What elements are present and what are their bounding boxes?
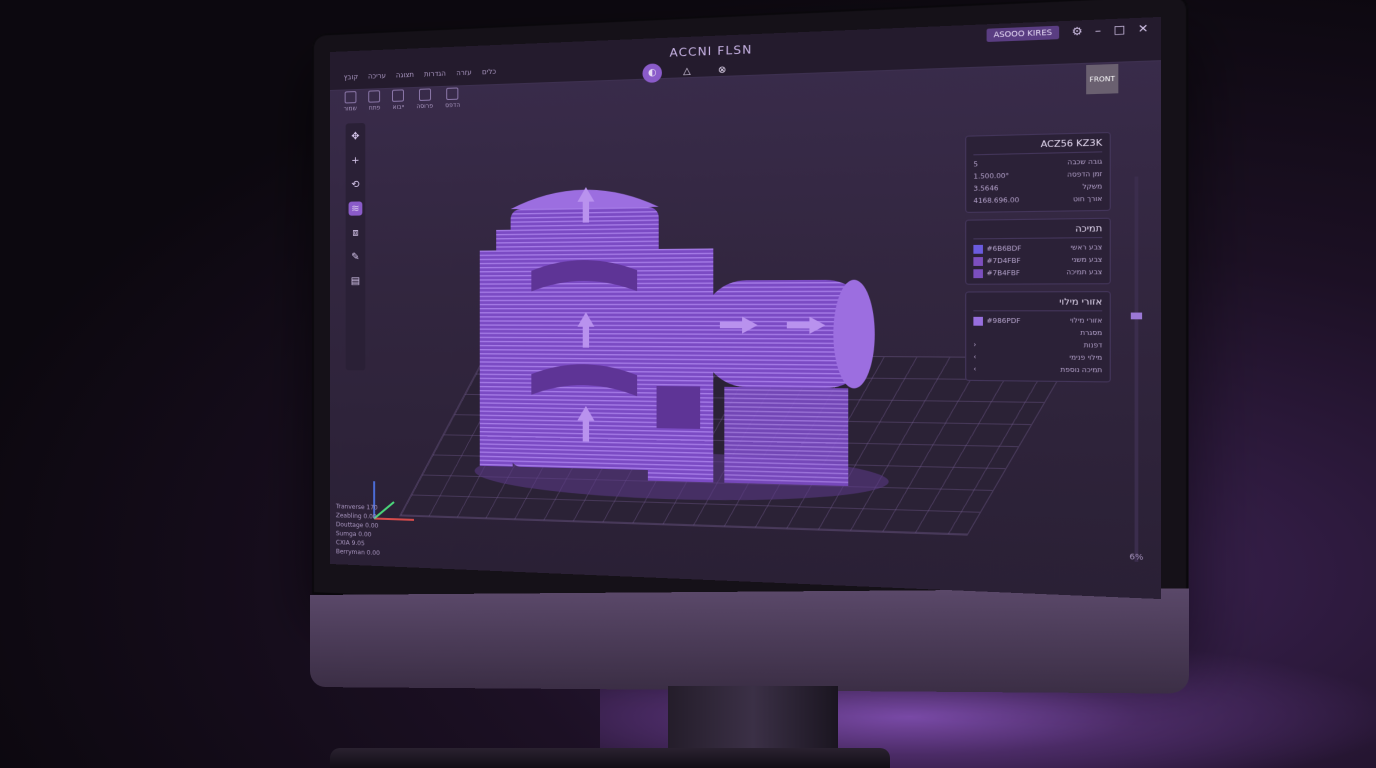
file-icon — [344, 91, 357, 104]
layer-slider-handle[interactable] — [1130, 312, 1143, 320]
app-title: ACCNI FLSN — [669, 42, 753, 60]
row-label: גובה שכבה — [1067, 158, 1103, 167]
color-swatch[interactable] — [973, 256, 983, 266]
import-button[interactable]: ייבוא — [392, 89, 405, 111]
row-chevron: ‹ — [973, 365, 977, 374]
tool-label: ייבוא — [392, 103, 405, 111]
color-row[interactable]: #7B4FBF צבע תמיכה — [973, 266, 1102, 279]
support-icon[interactable]: ⧈ — [349, 226, 363, 240]
row-label: מילוי פנימי — [1069, 353, 1103, 363]
color-row[interactable]: #986PDF אזורי מילוי — [973, 315, 1102, 328]
model-info-panel: ACZ56 KZ3K 5 גובה שכבה 1.500.00° זמן הדפסה… — [965, 131, 1111, 213]
menu-item[interactable]: עזרה — [456, 69, 472, 78]
gear-icon[interactable]: ⚙ — [1072, 25, 1083, 38]
account-button[interactable]: ASOOO KIRES — [986, 25, 1060, 43]
menu-bar: קובץ עריכה תצוגה הגדרות עזרה כלים — [344, 68, 497, 82]
menu-item[interactable]: הגדרות — [424, 70, 446, 79]
row-label: צבע משני — [1071, 256, 1103, 265]
import-icon — [392, 89, 405, 102]
stat-line: Berryman 0.00 — [335, 548, 380, 558]
color-swatch[interactable] — [973, 268, 983, 278]
tool-label: שמור — [343, 105, 357, 113]
device-icon[interactable]: ⊗ — [712, 61, 732, 81]
row-label: צבע תמיכה — [1066, 268, 1103, 277]
layer-slider[interactable] — [1130, 176, 1143, 562]
tool-label: פתח — [368, 104, 381, 112]
monitor-chin — [310, 588, 1190, 694]
color-row[interactable]: #6B6BDF צבע ראשי — [973, 241, 1102, 254]
row-value: 4168.696.00 — [973, 196, 1020, 206]
row-value: 5 — [973, 160, 978, 169]
print-button[interactable]: הדפס — [445, 87, 460, 109]
sliced-model — [474, 186, 889, 506]
color-row[interactable]: #7D4FBF צבע משני — [973, 254, 1102, 267]
settings-panel: ACZ56 KZ3K 5 גובה שכבה 1.500.00° זמן הדפסה… — [965, 131, 1111, 389]
fill-row[interactable]: ‹ מילוי פנימי — [973, 351, 1102, 364]
fill-row[interactable]: ‹ תמיכה נוספת — [973, 363, 1102, 376]
menu-item[interactable]: עריכה — [368, 72, 386, 81]
color-hex: #6B6BDF — [986, 244, 1022, 253]
row-chevron: › — [973, 341, 977, 349]
maximize-icon[interactable]: □ — [1114, 24, 1126, 37]
menu-item[interactable]: כלים — [482, 68, 496, 77]
panel-title: אזורי מילוי — [973, 296, 1103, 312]
toolbar: שמור פתח ייבוא פרוסה הדפס — [344, 87, 460, 113]
row-label: צבע ראשי — [1070, 243, 1103, 252]
print-icon — [446, 87, 459, 101]
tool-label: הדפס — [445, 101, 461, 110]
color-hex: #986PDF — [986, 316, 1021, 325]
row-label: דפנות — [1083, 341, 1103, 350]
row-value: 3.5646 — [973, 184, 999, 193]
layers-icon[interactable]: ≋ — [348, 201, 363, 216]
left-toolbar: ✥ + ⟲ ≋ ⧈ ✎ ▤ — [345, 122, 366, 371]
view-cube[interactable]: FRONT — [1086, 63, 1119, 95]
slice-button[interactable]: פרוסה — [416, 88, 433, 110]
color-swatch[interactable] — [973, 244, 983, 254]
move-icon[interactable]: ✥ — [349, 129, 363, 143]
fill-panel: אזורי מילוי #986PDF אזורי מילוי מסגרת › דפ… — [965, 291, 1111, 383]
row-value: 1.500.00° — [973, 172, 1010, 181]
panel-title: ACZ56 KZ3K — [973, 137, 1103, 156]
color-hex: #7B4FBF — [986, 269, 1020, 277]
file-button[interactable]: שמור — [344, 91, 357, 113]
minimize-icon[interactable]: – — [1095, 25, 1101, 38]
close-icon[interactable]: ✕ — [1138, 23, 1149, 36]
paint-icon[interactable]: ✎ — [349, 250, 363, 264]
color-swatch[interactable] — [973, 316, 983, 326]
row-label: מסגרת — [1080, 329, 1103, 338]
row-label: אזורי מילוי — [1069, 316, 1103, 325]
stats-readout: Tranverse 170 Zeabling 0.00 Douttage 0.0… — [336, 502, 380, 558]
add-icon[interactable]: + — [349, 153, 363, 167]
screen: קובץ עריכה תצוגה הגדרות עזרה כלים ACCNI … — [330, 16, 1161, 600]
slice-icon — [418, 88, 431, 102]
info-row: 4168.696.00 אורך חוט — [973, 193, 1102, 207]
fill-row[interactable]: מסגרת — [973, 327, 1102, 340]
folder-icon — [368, 90, 381, 103]
row-label: אורך חוט — [1073, 195, 1103, 204]
monitor-stand-base — [330, 748, 890, 768]
layer-percent: 6% — [1129, 552, 1144, 563]
color-hex: #7D4FBF — [986, 256, 1021, 265]
panel-title: תמיכה — [973, 223, 1103, 240]
fill-row[interactable]: › דפנות — [973, 339, 1102, 352]
row-label: תמיכה נוספת — [1060, 366, 1103, 375]
colors-panel: תמיכה #6B6BDF צבע ראשי #7D4FBF צבע משני #7… — [965, 217, 1111, 285]
folder-button[interactable]: פתח — [368, 90, 381, 112]
row-label: זמן הדפסה — [1067, 170, 1103, 180]
rotate-icon[interactable]: ⟲ — [349, 177, 363, 191]
row-chevron: ‹ — [973, 353, 977, 362]
row-label: משקל — [1082, 182, 1103, 192]
mode-tabs: ◐ △ ⊗ — [642, 61, 732, 83]
page-icon[interactable]: ▤ — [349, 274, 363, 288]
menu-item[interactable]: קובץ — [344, 73, 358, 82]
window-controls: ASOOO KIRES ⚙ – □ ✕ — [986, 22, 1149, 43]
preview-icon[interactable]: △ — [677, 62, 697, 82]
tool-label: פרוסה — [416, 102, 434, 111]
menu-item[interactable]: תצוגה — [396, 71, 414, 80]
prepare-icon[interactable]: ◐ — [642, 63, 662, 83]
